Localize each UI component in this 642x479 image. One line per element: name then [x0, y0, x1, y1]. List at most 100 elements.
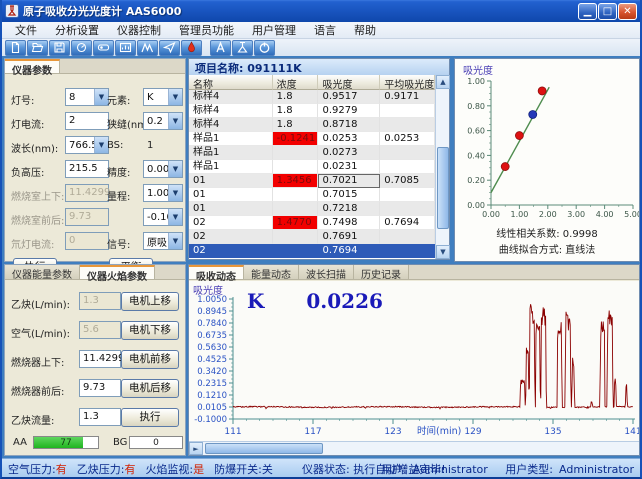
table-row[interactable]: 010.7015	[189, 188, 435, 202]
table-row[interactable]: 样品1-0.12410.02530.0253	[189, 132, 435, 146]
scroll-down-icon[interactable]: ▼	[436, 245, 450, 259]
tab-instrument-params[interactable]: 仪器参数	[5, 59, 60, 73]
column-header-1[interactable]: 浓度	[273, 75, 319, 90]
field-input-left-1[interactable]: 2	[65, 112, 109, 130]
flame-label-3: 燃烧器前后:	[11, 383, 64, 398]
maximize-button[interactable]: □	[598, 3, 617, 20]
dynamic-horizontal-scrollbar[interactable]: ◄ ►	[189, 441, 639, 455]
field-input-left-3[interactable]: 215.5	[65, 160, 109, 178]
status-item-value: 是	[193, 463, 204, 476]
chevron-down-icon[interactable]: ▼	[168, 185, 182, 201]
svg-text:1.00: 1.00	[467, 77, 485, 86]
field-select-right-0[interactable]: K▼	[143, 88, 183, 106]
status-item-label: 火焰监视:	[145, 463, 193, 476]
table-cell: 0.9517	[318, 90, 380, 104]
param-row-6: 氘灯电流:0信号:原吸▼	[5, 232, 185, 254]
flame-button-4[interactable]: 执行	[121, 408, 179, 427]
toolbar-button-energy-meter[interactable]	[115, 40, 136, 56]
table-row[interactable]: 010.7218	[189, 202, 435, 216]
tab-dynamic-2[interactable]: 波长扫描	[299, 265, 354, 279]
menu-item-6[interactable]: 帮助	[345, 21, 385, 39]
field-select-right-6[interactable]: 原吸▼	[143, 232, 183, 250]
field-select-right-5[interactable]: -0.1000▼	[143, 208, 183, 226]
column-header-0[interactable]: 名称	[189, 75, 273, 90]
flame-button-0[interactable]: 电机上移	[121, 292, 179, 311]
table-row[interactable]: 样品10.0273	[189, 146, 435, 160]
toolbar-button-power[interactable]	[254, 40, 275, 56]
flame-input-2[interactable]: 11.4299	[79, 350, 121, 368]
tab-dynamic-3[interactable]: 历史记录	[354, 265, 409, 279]
toolbar-button-analysis[interactable]	[210, 40, 231, 56]
absorbance-value: 0.0226	[306, 289, 383, 313]
toolbar-button-burner[interactable]	[232, 40, 253, 56]
field-select-left-2[interactable]: 766.5▼	[65, 136, 109, 154]
table-row[interactable]: 021.47700.74980.7694	[189, 216, 435, 230]
minimize-button[interactable]: ▁	[578, 3, 597, 20]
field-select-right-3[interactable]: 0.0000▼	[143, 160, 183, 178]
flame-button-1[interactable]: 电机下移	[121, 321, 179, 340]
table-row[interactable]: 标样41.80.95170.9171	[189, 90, 435, 104]
toolbar-button-lamp-gauge[interactable]	[71, 40, 92, 56]
field-select-right-4[interactable]: 1.0050▼	[143, 184, 183, 202]
column-header-2[interactable]: 吸光度	[318, 75, 380, 90]
chevron-down-icon[interactable]: ▼	[168, 113, 182, 129]
chevron-down-icon[interactable]: ▼	[94, 89, 108, 105]
menu-item-2[interactable]: 仪器控制	[108, 21, 170, 39]
toolbar-button-flame[interactable]	[181, 40, 202, 56]
scroll-thumb[interactable]	[205, 443, 323, 454]
scroll-up-icon[interactable]: ▲	[436, 75, 450, 89]
status-item-label: 空气压力:	[8, 463, 56, 476]
table-cell: 0.7691	[318, 230, 380, 244]
flame-button-2[interactable]: 电机前移	[121, 350, 179, 369]
tab-dynamic-0[interactable]: 吸收动态	[189, 265, 244, 279]
menu-item-3[interactable]: 管理员功能	[170, 21, 243, 39]
status-item-1: 乙炔压力:有	[77, 463, 136, 476]
table-row[interactable]: 020.7694	[189, 244, 435, 258]
table-row[interactable]: 011.34560.70210.7085	[189, 174, 435, 188]
results-vertical-scrollbar[interactable]: ▲ ▼	[435, 75, 449, 259]
tab-flame-1[interactable]: 仪器火焰参数	[80, 265, 155, 279]
chevron-down-icon[interactable]: ▼	[168, 89, 182, 105]
svg-text:0.80: 0.80	[467, 102, 485, 111]
toolbar-button-wavelength-scan[interactable]	[137, 40, 158, 56]
menu-item-1[interactable]: 分析设置	[46, 21, 108, 39]
flame-button-3[interactable]: 电机后移	[121, 379, 179, 398]
scroll-thumb[interactable]	[437, 147, 449, 229]
current-reading: K0.0226	[247, 289, 383, 313]
svg-text:129: 129	[464, 427, 481, 437]
close-button[interactable]: ✕	[618, 3, 637, 20]
menu-item-0[interactable]: 文件	[6, 21, 46, 39]
flame-row-0: 乙炔(L/min):1.3电机上移	[5, 292, 185, 314]
field-select-right-1[interactable]: 0.2▼	[143, 112, 183, 130]
table-cell: -0.1241	[273, 132, 319, 146]
field-select-left-0[interactable]: 8▼	[65, 88, 109, 106]
toolbar-button-auto-gain[interactable]	[159, 40, 180, 56]
table-row[interactable]: 样品10.0231	[189, 160, 435, 174]
chevron-down-icon[interactable]: ▼	[168, 209, 182, 225]
table-row[interactable]: 标样41.80.9279	[189, 104, 435, 118]
correlation-coefficient: 线性相关系数: 0.9998	[455, 225, 639, 240]
flame-input-3[interactable]: 9.73	[79, 379, 121, 397]
scroll-right-icon[interactable]: ►	[189, 442, 203, 455]
table-row[interactable]: 020.7691	[189, 230, 435, 244]
toolbar-button-open-folder[interactable]	[27, 40, 48, 56]
toolbar-button-lamp-position[interactable]	[93, 40, 114, 56]
tab-flame-0[interactable]: 仪器能量参数	[5, 265, 80, 279]
field-label-left-6: 氘灯电流:	[11, 236, 54, 251]
menu-item-5[interactable]: 语言	[305, 21, 345, 39]
toolbar-button-new-file[interactable]	[5, 40, 26, 56]
chevron-down-icon[interactable]: ▼	[168, 161, 182, 177]
svg-text:123: 123	[384, 427, 401, 437]
tab-dynamic-1[interactable]: 能量动态	[244, 265, 299, 279]
usertype-label: 用户类型:	[505, 463, 553, 476]
flame-params-panel: 仪器能量参数仪器火焰参数 AA 77 BG 0 乙炔(L/min):1.3电机上…	[4, 264, 186, 456]
chevron-down-icon[interactable]: ▼	[94, 137, 108, 153]
toolbar-button-save[interactable]	[49, 40, 70, 56]
table-row[interactable]: 标样41.80.8718	[189, 118, 435, 132]
chevron-down-icon[interactable]: ▼	[168, 233, 182, 249]
user-label: 用户:	[381, 463, 407, 476]
menu-item-4[interactable]: 用户管理	[243, 21, 305, 39]
dynamic-tabstrip: 吸收动态能量动态波长扫描历史记录	[189, 265, 639, 280]
column-header-3[interactable]: 平均吸光度	[380, 75, 435, 90]
flame-input-4[interactable]: 1.3	[79, 408, 121, 426]
